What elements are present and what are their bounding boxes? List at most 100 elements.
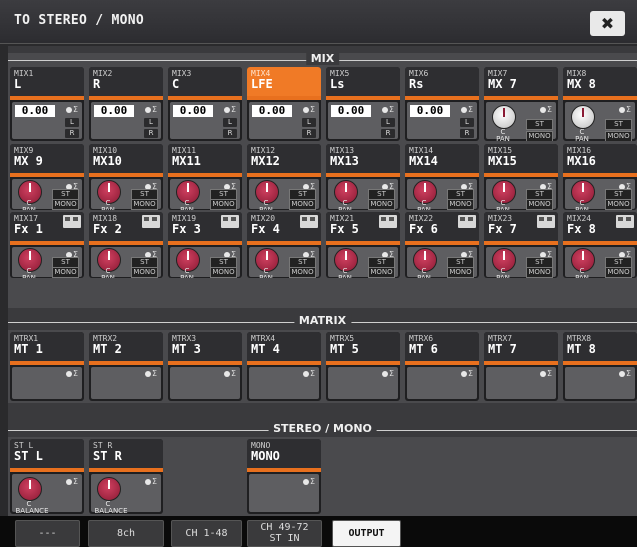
matrix-strip: MTRX5 MT 5 Σ [326,332,400,401]
channel-header[interactable]: MIX21 Fx 5 [326,212,400,241]
mono-button[interactable]: MONO [526,199,553,210]
mono-button[interactable]: MONO [210,199,237,210]
channel-header[interactable]: MTRX7 MT 7 [484,332,558,361]
tab-ch-1-48[interactable]: CH 1-48 [171,520,242,547]
effect-slot-icon [618,217,623,221]
pan-knob[interactable] [492,105,516,129]
left-button[interactable]: L [223,118,237,127]
channel-header[interactable]: MIX24 Fx 8 [563,212,637,241]
channel-header[interactable]: MIX10 MX10 [89,144,163,173]
effect-rack-icon[interactable] [142,215,160,228]
mono-button[interactable]: MONO [447,267,474,278]
mono-button[interactable]: MONO [605,267,632,278]
knob-pointer [29,251,31,260]
channel-header[interactable]: MTRX3 MT 3 [168,332,242,361]
channel-header[interactable]: MONO MONO [247,439,321,468]
mono-button[interactable]: MONO [210,267,237,278]
mono-button[interactable]: MONO [131,267,158,278]
channel-name: MT 1 [14,342,43,356]
channel-header[interactable]: MIX13 MX13 [326,144,400,173]
channel-header[interactable]: MIX2 R [89,67,163,96]
left-button[interactable]: L [302,118,316,127]
channel-header[interactable]: MIX17 Fx 1 [10,212,84,241]
mono-button[interactable]: MONO [368,199,395,210]
left-button[interactable]: L [460,118,474,127]
left-button[interactable]: L [65,118,79,127]
effect-rack-icon[interactable] [537,215,555,228]
effect-rack-icon[interactable] [221,215,239,228]
left-button[interactable]: L [144,118,158,127]
tab-8ch[interactable]: 8ch [88,520,164,547]
effect-rack-icon[interactable] [63,215,81,228]
channel-header[interactable]: MTRX1 MT 1 [10,332,84,361]
level-value[interactable]: 0.00 [331,105,371,117]
effect-rack-icon[interactable] [616,215,634,228]
channel-header[interactable]: MIX12 MX12 [247,144,321,173]
channel-header[interactable]: MIX20 Fx 4 [247,212,321,241]
tab-blank[interactable]: --- [15,520,80,547]
pan-knob[interactable] [97,477,121,501]
close-button[interactable]: ✖ [590,11,625,36]
channel-body: C PAN Σ ST MONO [486,179,556,210]
mono-button[interactable]: MONO [526,131,553,141]
right-button[interactable]: R [144,129,158,138]
channel-header[interactable]: MIX5 Ls [326,67,400,96]
mono-button[interactable]: MONO [52,267,79,278]
mono-button[interactable]: MONO [605,131,632,141]
channel-header[interactable]: MIX16 MX16 [563,144,637,173]
channel-header[interactable]: MTRX6 MT 6 [405,332,479,361]
effect-slot-icon [381,217,386,221]
left-button[interactable]: L [381,118,395,127]
level-value[interactable]: 0.00 [173,105,213,117]
channel-header[interactable]: ST L ST L [10,439,84,468]
channel-header[interactable]: MIX3 C [168,67,242,96]
level-value[interactable]: 0.00 [15,105,55,117]
mono-button[interactable]: MONO [526,267,553,278]
right-button[interactable]: R [65,129,79,138]
channel-header[interactable]: MIX22 Fx 6 [405,212,479,241]
channel-header[interactable]: MIX23 Fx 7 [484,212,558,241]
level-value[interactable]: 0.00 [410,105,450,117]
right-button[interactable]: R [223,129,237,138]
channel-header[interactable]: MIX8 MX 8 [563,67,637,96]
mono-button[interactable]: MONO [289,267,316,278]
channel-header[interactable]: MIX7 MX 7 [484,67,558,96]
level-value[interactable]: 0.00 [94,105,134,117]
channel-header[interactable]: MIX1 L [10,67,84,96]
channel-body: Σ [249,367,319,399]
pan-knob[interactable] [571,105,595,129]
pan-knob[interactable] [18,477,42,501]
channel-header[interactable]: ST R ST R [89,439,163,468]
st-button[interactable]: ST [605,119,632,130]
tab-ch-49-72[interactable]: CH 49-72 ST IN [247,520,322,547]
effect-rack-icon[interactable] [379,215,397,228]
channel-header[interactable]: MIX11 MX11 [168,144,242,173]
channel-header[interactable]: MIX18 Fx 2 [89,212,163,241]
mono-button[interactable]: MONO [368,267,395,278]
channel-header[interactable]: MIX9 MX 9 [10,144,84,173]
level-value[interactable]: 0.00 [252,105,292,117]
tab-output[interactable]: OUTPUT [332,520,401,547]
mono-button[interactable]: MONO [52,199,79,210]
channel-header[interactable]: MIX6 Rs [405,67,479,96]
effect-rack-icon[interactable] [458,215,476,228]
right-button[interactable]: R [381,129,395,138]
st-button[interactable]: ST [526,119,553,130]
mono-button[interactable]: MONO [289,199,316,210]
channel-header[interactable]: MIX14 MX14 [405,144,479,173]
right-button[interactable]: R [302,129,316,138]
channel-header[interactable]: MTRX5 MT 5 [326,332,400,361]
mono-button[interactable]: MONO [605,199,632,210]
channel-name: MX 7 [488,77,517,91]
channel-header[interactable]: MTRX2 MT 2 [89,332,163,361]
channel-header[interactable]: MIX15 MX15 [484,144,558,173]
mono-button[interactable]: MONO [447,199,474,210]
mix-strip: MIX20 Fx 4 C PAN Σ ST MONO [247,212,321,278]
channel-header[interactable]: MIX4 LFE [247,67,321,96]
channel-header[interactable]: MTRX8 MT 8 [563,332,637,361]
channel-header[interactable]: MTRX4 MT 4 [247,332,321,361]
channel-header[interactable]: MIX19 Fx 3 [168,212,242,241]
mono-button[interactable]: MONO [131,199,158,210]
effect-rack-icon[interactable] [300,215,318,228]
right-button[interactable]: R [460,129,474,138]
